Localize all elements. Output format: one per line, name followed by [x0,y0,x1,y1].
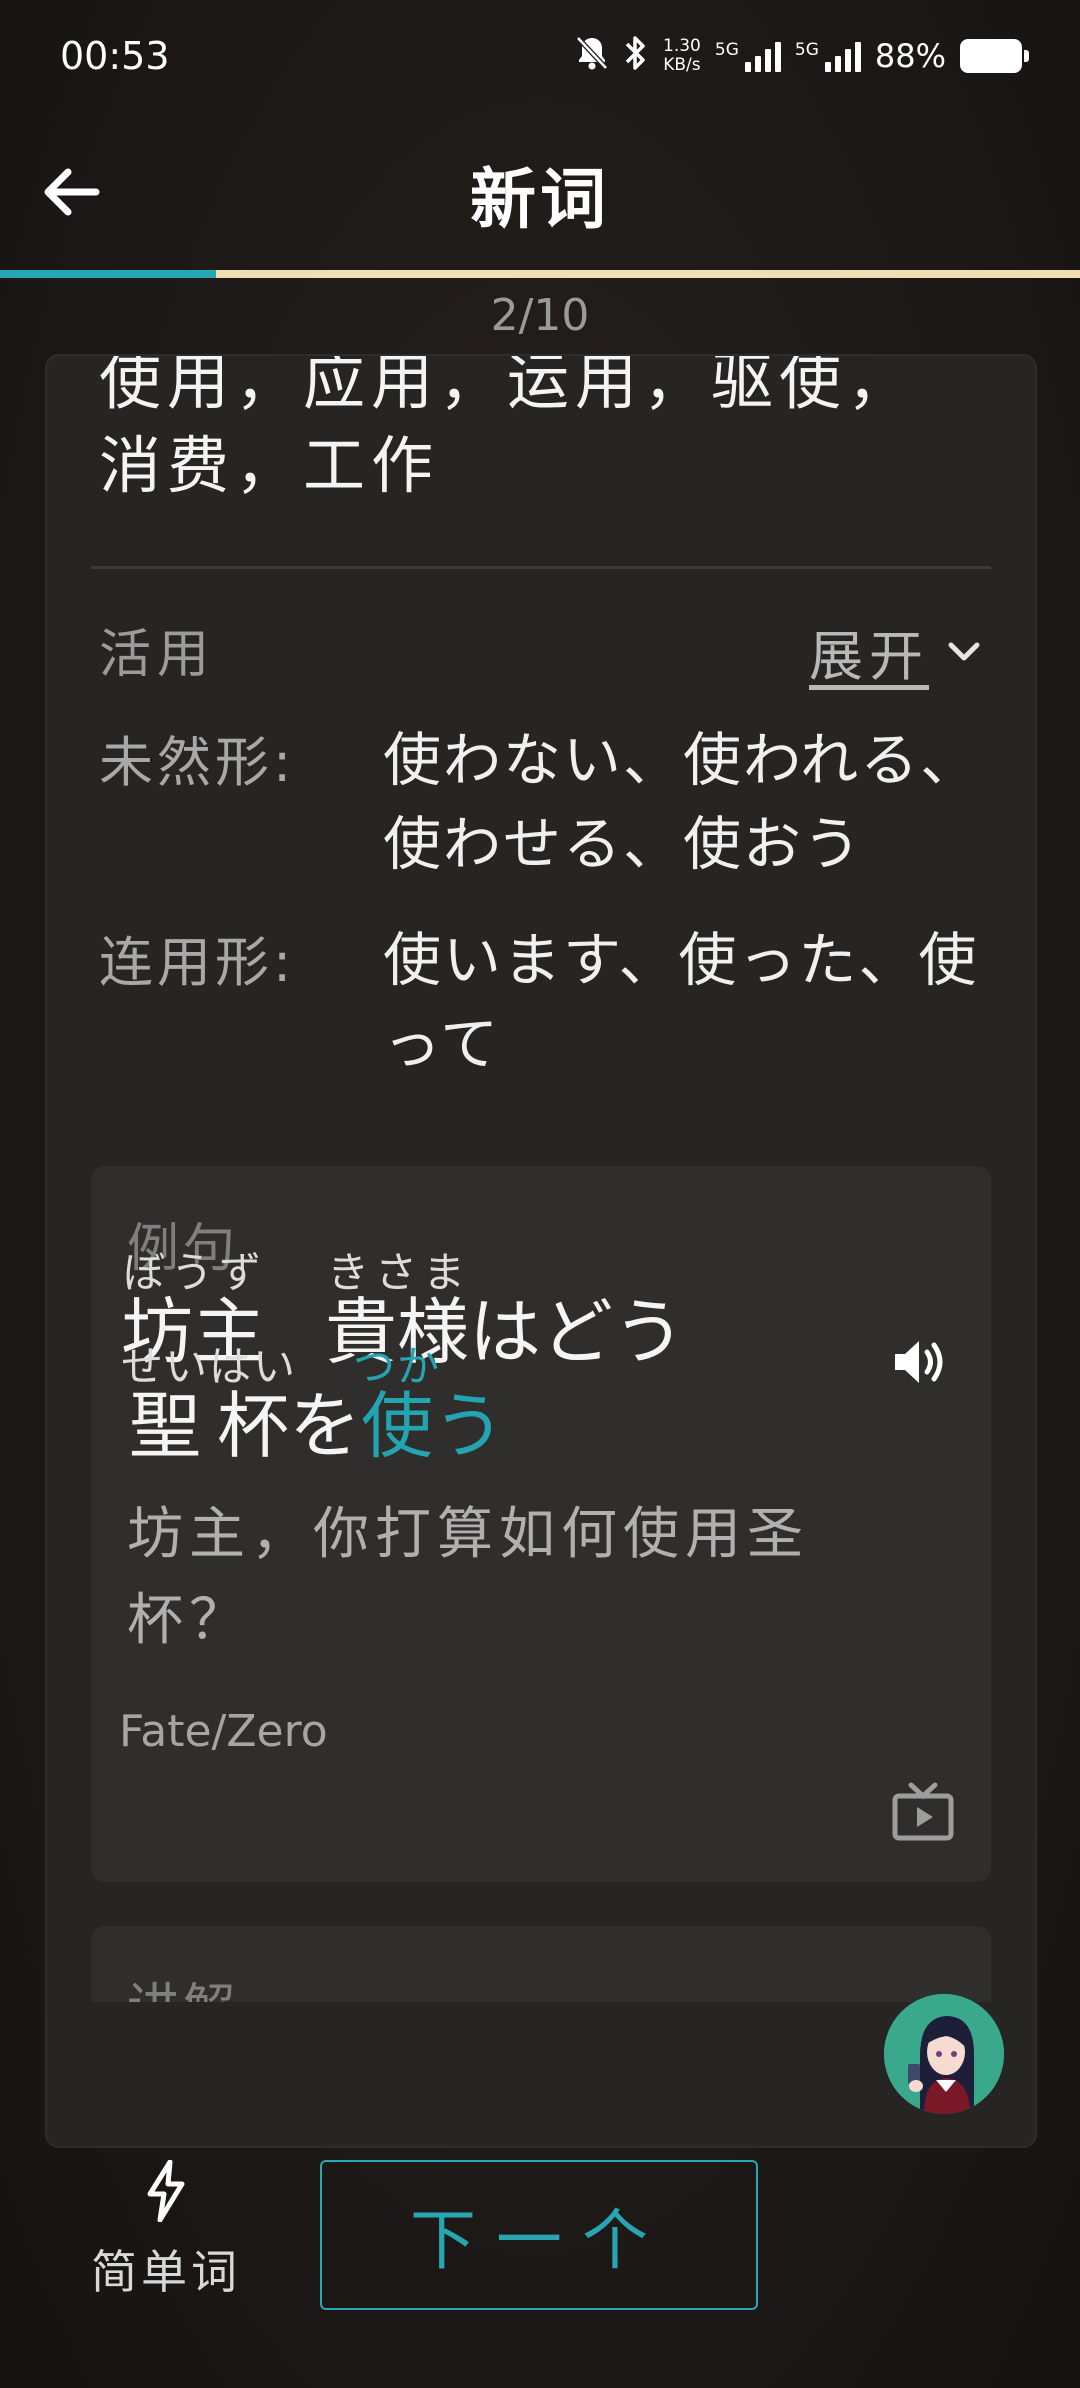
battery-icon [960,39,1029,73]
plain-text: を [289,1384,362,1468]
video-button[interactable] [891,1782,955,1842]
signal-bars-icon [744,40,781,72]
sim2-label: 5G [794,40,819,60]
assistant-avatar[interactable] [884,1994,1004,2114]
anime-girl-avatar-icon [884,1994,1004,2114]
conjugation-label: 未然形: [99,731,296,794]
divider [91,566,991,569]
ruby-word-highlight: 使つか [353,1342,442,1468]
example-line-2: 聖杯せいはいを使つかう [121,1342,506,1472]
word-meaning: 使用，应用，运用，驱使，消费，工作 [99,356,916,502]
screen: 00:53 1.30 KB/s 5G 5G 88% 新词 2/10 使用，应用，… [0,0,1080,2388]
expand-button[interactable]: 展开 [809,612,981,691]
battery-percent: 88% [874,37,946,75]
speaker-icon [895,1341,943,1383]
tv-play-icon [892,1782,954,1841]
example-translation: 坊主，你打算如何使用圣杯？ [127,1502,809,1653]
easy-word-label: 简单词 [91,2245,241,2299]
expand-label: 展开 [809,625,929,688]
status-time: 00:53 [60,34,170,78]
header: 新词 [0,116,1080,266]
next-button[interactable]: 下一个 [320,2160,758,2310]
plain-text-highlight: う [433,1384,506,1468]
sim1-signal: 5G [715,40,781,72]
speaker-button[interactable] [883,1326,955,1398]
progress-fill [0,270,216,278]
sim2-signal: 5G [795,40,861,72]
easy-word-button[interactable]: 简单词 [86,2160,246,2310]
status-bar: 00:53 1.30 KB/s 5G 5G 88% [0,0,1080,116]
network-speed-unit: KB/s [663,55,701,75]
network-speed-value: 1.30 [663,36,701,56]
progress-counter: 2/10 [490,290,590,341]
page-title: 新词 [470,161,610,238]
conjugation-title: 活用 [99,625,216,685]
conjugation-forms: 使わない、使われる、使わせる、使おう [383,726,981,878]
conjugation-row-mizenkei: 未然形: 使わない、使われる、使わせる、使おう [99,718,999,888]
signal-bars-icon [824,40,861,72]
progress-bar [0,270,1080,278]
bluetooth-icon [623,34,649,79]
mute-bell-icon [575,35,609,78]
ruby-word: 聖杯せいはい [121,1342,298,1468]
chevron-down-icon [948,642,980,660]
conjugation-forms: 使います、使った、使って [383,926,979,1078]
example-sentence-box: 例句 坊主ぼうず貴様きさまはどう 聖杯せいはいを使つかう 坊主，你打算如何使用圣… [91,1166,991,1882]
lightning-icon [147,2160,185,2222]
conjugation-row-renyoukei: 连用形: 使います、使った、使って [99,918,999,1088]
example-source: Fate/Zero [119,1706,328,1757]
conjugation-label: 连用形: [99,931,296,994]
card-scroll-area[interactable]: 使用，应用，运用，驱使，消费，工作 活用 展开 未然形: 使わない、使われる、使… [47,356,1035,2146]
status-icons: 1.30 KB/s 5G 5G 88% [575,32,1029,80]
sim1-label: 5G [714,40,739,60]
network-speed: 1.30 KB/s [663,37,701,75]
word-card[interactable]: 使用，应用，运用，驱使，消费，工作 活用 展开 未然形: 使わない、使われる、使… [45,354,1037,2148]
